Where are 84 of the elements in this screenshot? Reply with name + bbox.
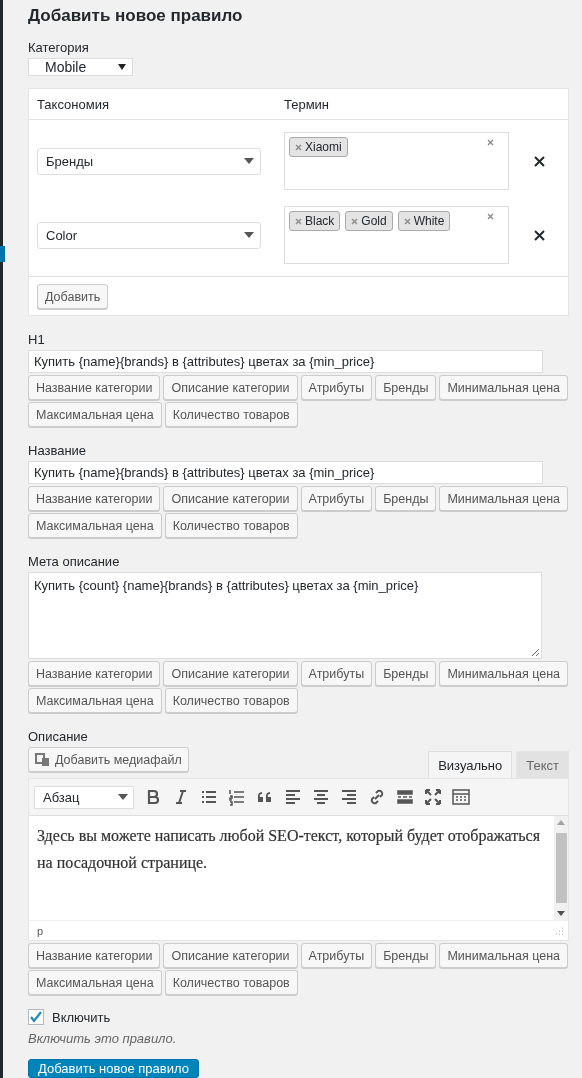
insert-variable-button[interactable]: Максимальная цена: [28, 513, 162, 538]
insert-variable-button[interactable]: Атрибуты: [300, 661, 373, 686]
add-media-button[interactable]: Добавить медиафайл: [28, 747, 189, 772]
close-icon[interactable]: [534, 155, 545, 167]
insert-variable-button[interactable]: Количество товаров: [164, 402, 298, 427]
insert-variable-button[interactable]: Описание категории: [163, 661, 298, 686]
text-input[interactable]: Купить {name}{brands} в {attributes} цветах за {min_price}: [28, 350, 543, 373]
insert-variable-button[interactable]: Атрибуты: [300, 943, 373, 968]
close-icon[interactable]: [534, 229, 545, 241]
remove-icon[interactable]: [295, 143, 302, 151]
insert-variable-button[interactable]: Описание категории: [163, 486, 298, 511]
insert-variable-button[interactable]: Бренды: [375, 661, 437, 686]
insert-variable-button[interactable]: Количество товаров: [164, 970, 298, 995]
checkbox-label: Включить: [52, 1009, 111, 1025]
editor-tab[interactable]: Текст: [516, 751, 569, 778]
field-label: Описание: [28, 729, 89, 744]
text-area[interactable]: Купить {count} {name}{brands} в {attributes} цветах за {min_price}: [28, 572, 542, 659]
help-text: Включить это правило.: [28, 1031, 178, 1046]
taxonomy-select[interactable]: Color: [37, 221, 261, 249]
insert-variable-button[interactable]: Максимальная цена: [28, 402, 162, 427]
insert-variable-button[interactable]: Бренды: [375, 486, 437, 511]
insert-variable-button[interactable]: Максимальная цена: [28, 688, 162, 713]
category-select[interactable]: Mobile: [28, 58, 133, 76]
element-path: p: [37, 924, 44, 937]
taxonomy-select[interactable]: Бренды: [37, 147, 261, 175]
scroll-thumb[interactable]: [555, 833, 567, 903]
clear-icon[interactable]: [487, 139, 494, 146]
checkbox[interactable]: [28, 1009, 44, 1025]
text-input[interactable]: Купить {name}{brands} в {attributes} цветах за {min_price}: [28, 461, 543, 484]
editor-text[interactable]: Здесь вы можете написать любой SEO-текст, который будет отображаться на посадочной странице.: [29, 816, 554, 920]
remove-icon[interactable]: [403, 217, 411, 225]
term-tag: Gold: [345, 211, 393, 231]
clear-icon[interactable]: [487, 213, 494, 220]
align-right-icon[interactable]: [339, 787, 359, 807]
insert-variable-button[interactable]: Минимальная цена: [439, 661, 568, 686]
insert-variable-button[interactable]: Название категории: [28, 375, 161, 400]
remove-icon[interactable]: [295, 217, 302, 225]
column-header: Термин: [284, 96, 331, 112]
menu-pointer: [0, 246, 5, 262]
field-label: Название: [28, 443, 88, 458]
term-field[interactable]: Black Gold White: [284, 206, 509, 264]
term-field[interactable]: Xiaomi: [284, 132, 509, 190]
submit-button[interactable]: Добавить новое правило: [28, 1059, 199, 1078]
insert-variable-button[interactable]: Атрибуты: [300, 375, 373, 400]
insert-variable-button[interactable]: Описание категории: [163, 943, 298, 968]
resize-grip-icon[interactable]: [531, 648, 540, 657]
media-icon: [35, 751, 51, 768]
insert-variable-button[interactable]: Максимальная цена: [28, 970, 162, 995]
remove-icon[interactable]: [351, 217, 359, 225]
read-more-icon[interactable]: [395, 787, 415, 807]
scroll-down-icon[interactable]: [557, 911, 565, 916]
page-title: Добавить новое правило: [28, 6, 244, 26]
align-center-icon[interactable]: [311, 787, 331, 807]
field-label: Мета описание: [28, 554, 121, 569]
caret-icon: [118, 794, 128, 800]
caret-icon: [244, 158, 254, 164]
insert-variable-button[interactable]: Количество товаров: [164, 688, 298, 713]
format-select[interactable]: Абзац: [34, 785, 134, 809]
term-tag: Xiaomi: [289, 137, 348, 157]
insert-variable-button[interactable]: Название категории: [28, 486, 161, 511]
term-tag: Black: [289, 211, 341, 231]
add-button[interactable]: Добавить: [37, 284, 109, 309]
toolbar-toggle-icon[interactable]: [451, 787, 471, 807]
insert-variable-button[interactable]: Минимальная цена: [439, 486, 568, 511]
insert-variable-button[interactable]: Атрибуты: [300, 486, 373, 511]
insert-variable-button[interactable]: Бренды: [375, 943, 437, 968]
caret-icon: [244, 232, 254, 238]
caret-icon: [118, 64, 126, 70]
insert-variable-button[interactable]: Количество товаров: [164, 513, 298, 538]
term-tag: White: [397, 211, 451, 231]
fullscreen-icon[interactable]: [423, 787, 443, 807]
insert-variable-button[interactable]: Бренды: [375, 375, 437, 400]
numbered-list-icon[interactable]: [227, 787, 247, 807]
insert-variable-button[interactable]: Минимальная цена: [439, 943, 568, 968]
insert-variable-button[interactable]: Название категории: [28, 943, 161, 968]
align-left-icon[interactable]: [283, 787, 303, 807]
field-label: H1: [28, 332, 46, 347]
field-label: Категория: [28, 40, 90, 55]
insert-variable-button[interactable]: Описание категории: [163, 375, 298, 400]
insert-variable-button[interactable]: Название категории: [28, 661, 161, 686]
editor-tab[interactable]: Визуально: [428, 751, 513, 778]
column-header: Таксономия: [37, 96, 110, 112]
insert-variable-button[interactable]: Минимальная цена: [439, 375, 568, 400]
resize-grip-icon[interactable]: [555, 926, 563, 935]
